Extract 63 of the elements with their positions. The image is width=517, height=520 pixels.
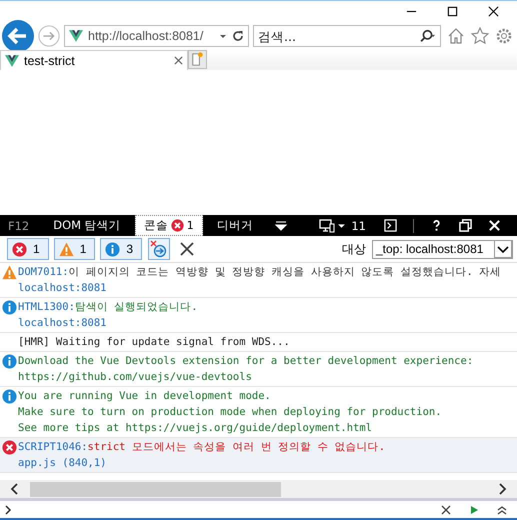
source-link[interactable]: app.js (840,1) xyxy=(18,455,107,471)
message-text: 이 페이지의 코드는 역방향 및 정방향 캐싱을 사용하지 않도록 설정했습니다. 자세 xyxy=(68,266,502,278)
devtools-tab[interactable]: 디버거 xyxy=(202,215,267,236)
back-icon[interactable] xyxy=(2,20,34,52)
source-link[interactable]: localhost:8081 xyxy=(18,315,107,331)
star-icon[interactable] xyxy=(471,27,489,45)
target-label: 대상 xyxy=(342,240,366,258)
close-tab-icon[interactable] xyxy=(174,56,183,65)
source-link[interactable]: localhost:8081 xyxy=(18,280,107,296)
document-mode-label[interactable]: 11 xyxy=(351,218,366,232)
info-icon xyxy=(2,389,16,404)
message-code: DOM7011: xyxy=(18,266,69,278)
message-text: Download the Vue Devtools extension for a better development experience: xyxy=(18,355,474,367)
devtools-label: F12 xyxy=(7,218,30,232)
home-icon[interactable] xyxy=(447,27,465,45)
error-icon xyxy=(170,219,184,232)
message-text: [HMR] Waiting for update signal from WDS... xyxy=(18,336,290,348)
devtools-tab[interactable]: DOM 탐색기 xyxy=(39,215,135,236)
message-code: SCRIPT1046: xyxy=(18,441,88,453)
new-tab-icon[interactable] xyxy=(188,50,207,69)
error-filter-button[interactable]: 1 xyxy=(7,238,49,260)
url-text: http://localhost:8081/ xyxy=(88,29,204,43)
scrollbar-thumb[interactable] xyxy=(30,482,282,496)
vue-logo-icon xyxy=(5,54,19,66)
search-icon[interactable] xyxy=(419,29,436,43)
target-dropdown[interactable]: _top: localhost:8081 xyxy=(372,240,513,258)
info-icon xyxy=(2,354,16,369)
warning-icon xyxy=(58,242,74,256)
dropdown-icon[interactable] xyxy=(219,32,227,40)
info-icon xyxy=(105,242,120,256)
chevron-down-icon[interactable] xyxy=(494,240,512,258)
message-text: See more tips at https://vuejs.org/guide/deployment.html xyxy=(18,422,372,434)
search-field[interactable]: 검색... xyxy=(253,25,441,47)
clear-icon[interactable] xyxy=(441,504,451,514)
message-text: Make sure to turn on production mode when deploying for production. xyxy=(18,406,442,418)
browser-tab[interactable]: test-strict xyxy=(0,50,188,70)
run-icon[interactable] xyxy=(469,504,479,514)
refresh-icon[interactable] xyxy=(232,30,244,42)
more-tools-icon[interactable] xyxy=(274,220,287,230)
prompt-icon xyxy=(4,504,12,514)
gear-icon[interactable] xyxy=(495,27,513,45)
warning-icon xyxy=(2,265,16,280)
message-text: 탐색이 실행되었습니다. xyxy=(74,301,198,313)
monitor-icon[interactable] xyxy=(319,218,336,232)
warning-filter-button[interactable]: 1 xyxy=(54,238,96,260)
message-text: https://github.com/vuejs/vue-devtools xyxy=(18,371,252,383)
undock-icon[interactable] xyxy=(459,219,472,232)
maximize-icon[interactable] xyxy=(447,6,458,17)
info-filter-button[interactable]: 3 xyxy=(100,238,142,260)
message-code: HTML1300: xyxy=(18,301,75,313)
clear-icon[interactable] xyxy=(180,242,194,256)
expand-icon[interactable] xyxy=(497,504,507,514)
clear-on-navigate-icon[interactable] xyxy=(148,238,170,260)
address-bar[interactable]: http://localhost:8081/ xyxy=(64,25,249,47)
error-icon xyxy=(2,440,16,455)
message-text: strict 모드에서는 속성을 여러 번 정의할 수 없습니다. xyxy=(88,441,386,453)
message-text: You are running Vue in development mode. xyxy=(18,390,271,402)
devtools-tab[interactable]: 콘솔 1 xyxy=(134,215,203,236)
info-icon xyxy=(2,300,16,315)
terminal-icon[interactable] xyxy=(384,219,397,232)
close-icon[interactable] xyxy=(488,6,499,17)
error-icon xyxy=(12,242,27,256)
vue-logo-icon xyxy=(69,30,83,42)
